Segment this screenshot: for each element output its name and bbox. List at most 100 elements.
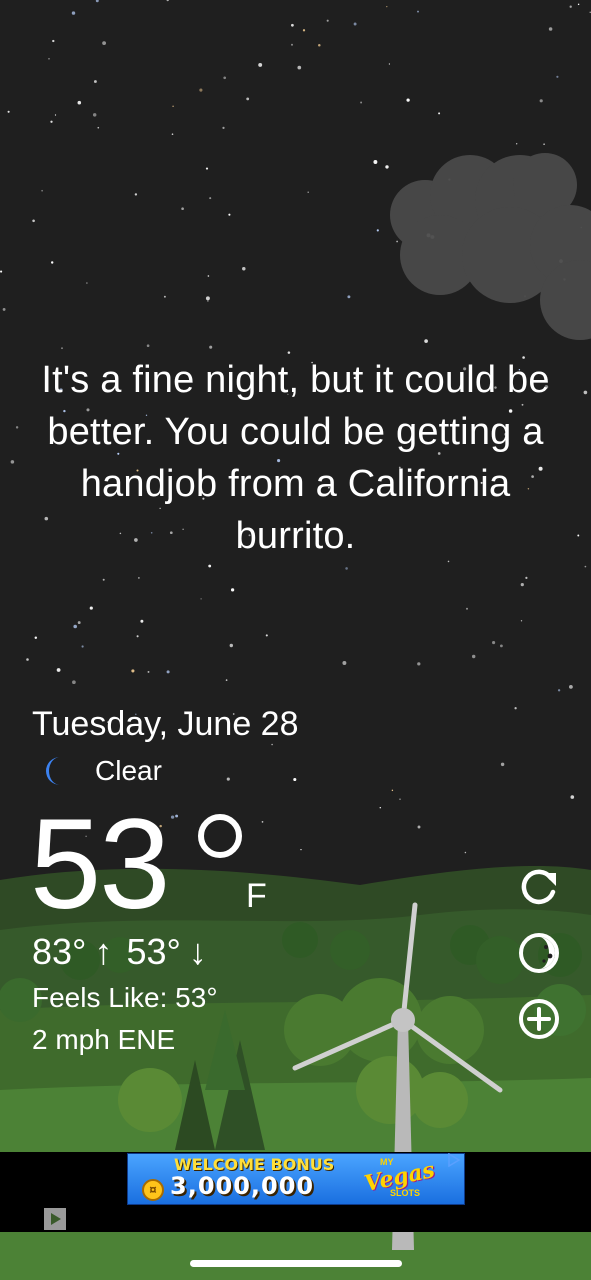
star	[379, 806, 382, 809]
star	[48, 57, 50, 60]
down-arrow-icon: ↓	[188, 931, 207, 972]
ad-logo-suffix: SLOTS	[390, 1188, 421, 1198]
star	[71, 11, 76, 15]
ad-choices-icon[interactable]	[447, 1153, 461, 1167]
add-location-icon[interactable]	[516, 996, 562, 1042]
star	[199, 88, 203, 92]
refresh-icon[interactable]	[516, 864, 562, 910]
star	[261, 821, 264, 823]
star	[577, 534, 580, 537]
star	[102, 578, 105, 581]
feels-like-label: Feels Like: 53°	[32, 982, 218, 1013]
low-temperature: 53°	[126, 931, 181, 972]
star	[72, 680, 76, 685]
star	[539, 99, 543, 103]
star	[293, 777, 297, 782]
star	[417, 825, 421, 829]
star	[89, 606, 93, 610]
crescent-moon-icon	[46, 757, 60, 785]
star	[466, 607, 468, 610]
date-label: Tuesday, June 28	[32, 705, 299, 743]
star	[265, 634, 268, 637]
star	[225, 679, 228, 681]
night-landscape-background	[0, 0, 591, 1280]
star	[464, 851, 467, 854]
star	[557, 689, 561, 692]
star	[556, 75, 559, 78]
star	[386, 5, 388, 8]
temperature-unit: F	[246, 877, 267, 915]
wind-label: 2 mph ENE	[32, 1024, 176, 1055]
star	[291, 23, 294, 27]
star	[0, 270, 3, 273]
star	[291, 43, 293, 46]
star	[61, 347, 63, 350]
high-temperature: 83°	[32, 931, 87, 972]
star	[205, 167, 209, 170]
star	[228, 213, 231, 216]
star	[373, 160, 378, 164]
star	[170, 815, 175, 819]
play-icon[interactable]	[44, 1208, 66, 1230]
star	[93, 80, 97, 83]
star	[230, 588, 235, 592]
condition-label: Clear	[95, 755, 162, 786]
star	[32, 219, 35, 223]
star	[500, 762, 505, 767]
star	[136, 635, 139, 638]
star	[171, 133, 174, 135]
weather-quote: It's a fine night, but it could be bette…	[41, 359, 550, 557]
star	[147, 670, 150, 673]
star	[492, 641, 496, 645]
star	[102, 41, 107, 46]
star	[345, 567, 348, 570]
star	[353, 22, 357, 26]
up-arrow-icon: ↑	[94, 931, 113, 972]
star	[92, 113, 97, 117]
star	[209, 197, 212, 200]
star	[200, 598, 202, 600]
moon-phase-icon[interactable]	[516, 930, 562, 976]
star	[34, 636, 38, 639]
star	[50, 261, 54, 264]
star	[52, 39, 55, 43]
star	[471, 654, 476, 659]
star	[246, 97, 250, 101]
high-low-temperatures: 83° ↑ 53° ↓	[32, 930, 219, 974]
star	[86, 282, 88, 284]
star	[514, 707, 517, 710]
star	[525, 576, 528, 580]
star	[326, 19, 329, 22]
star	[318, 43, 321, 47]
star	[175, 814, 179, 818]
star	[570, 795, 575, 799]
degree-symbol	[198, 814, 242, 858]
star	[500, 644, 503, 648]
star	[516, 143, 518, 145]
star	[26, 658, 29, 661]
star	[172, 105, 174, 108]
star	[307, 191, 309, 193]
star	[242, 266, 246, 271]
star	[223, 76, 227, 80]
star	[2, 307, 6, 311]
star	[77, 100, 82, 105]
ad-banner[interactable]: WELCOME BONUS ¤ 3,000,000 MY Vegas SLOTS	[127, 1153, 465, 1205]
star	[584, 565, 587, 568]
star	[520, 620, 523, 622]
star	[73, 624, 77, 629]
star	[569, 685, 573, 689]
star	[569, 5, 572, 8]
coin-icon: ¤	[142, 1179, 164, 1201]
star	[131, 669, 135, 673]
star	[438, 112, 441, 115]
star	[146, 344, 150, 348]
star	[385, 165, 389, 169]
star	[297, 65, 302, 70]
star	[300, 848, 302, 851]
home-indicator	[190, 1260, 402, 1267]
star	[388, 63, 391, 65]
star	[347, 295, 351, 299]
star	[226, 777, 230, 781]
star	[543, 143, 545, 146]
